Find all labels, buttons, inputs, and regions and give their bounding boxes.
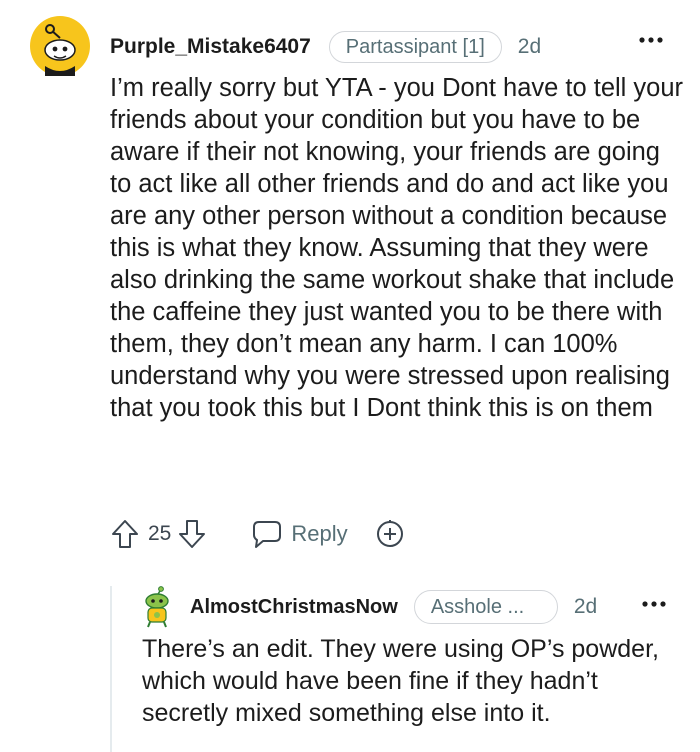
user-flair: Partassipant [1] (328, 31, 502, 63)
reply-label: Reply (291, 521, 348, 546)
reply-username[interactable]: AlmostChristmasNow (190, 596, 398, 619)
comment-body: I’m really sorry but YTA - you Dont have… (110, 74, 684, 422)
reply-user-flair: Asshole ... (413, 590, 558, 624)
thread-line[interactable] (110, 586, 112, 752)
reply-timestamp: 2d (573, 595, 598, 618)
upvote-icon[interactable] (110, 518, 140, 550)
reply-header: AlmostChristmasNow Asshole ... 2d (190, 590, 597, 624)
green-snoo-avatar-icon[interactable] (142, 586, 172, 628)
comment-header: Purple_Mistake6407 Partassipant [1] 2d (110, 30, 541, 64)
vote-score: 25 (148, 522, 172, 545)
snoo-avatar-icon[interactable] (30, 16, 90, 76)
downvote-icon[interactable] (177, 518, 207, 550)
award-icon[interactable] (374, 518, 406, 550)
reply-button[interactable]: Reply (251, 514, 348, 554)
comment-actions: 25 Reply (110, 514, 406, 554)
comment-username[interactable]: Purple_Mistake6407 (110, 35, 311, 59)
comment-timestamp: 2d (517, 35, 542, 58)
chat-bubble-icon (253, 521, 282, 548)
reply-more-options-icon[interactable] (641, 600, 667, 608)
more-options-icon[interactable] (638, 36, 664, 44)
reply-body: There’s an edit. They were using OP’s po… (142, 635, 659, 727)
